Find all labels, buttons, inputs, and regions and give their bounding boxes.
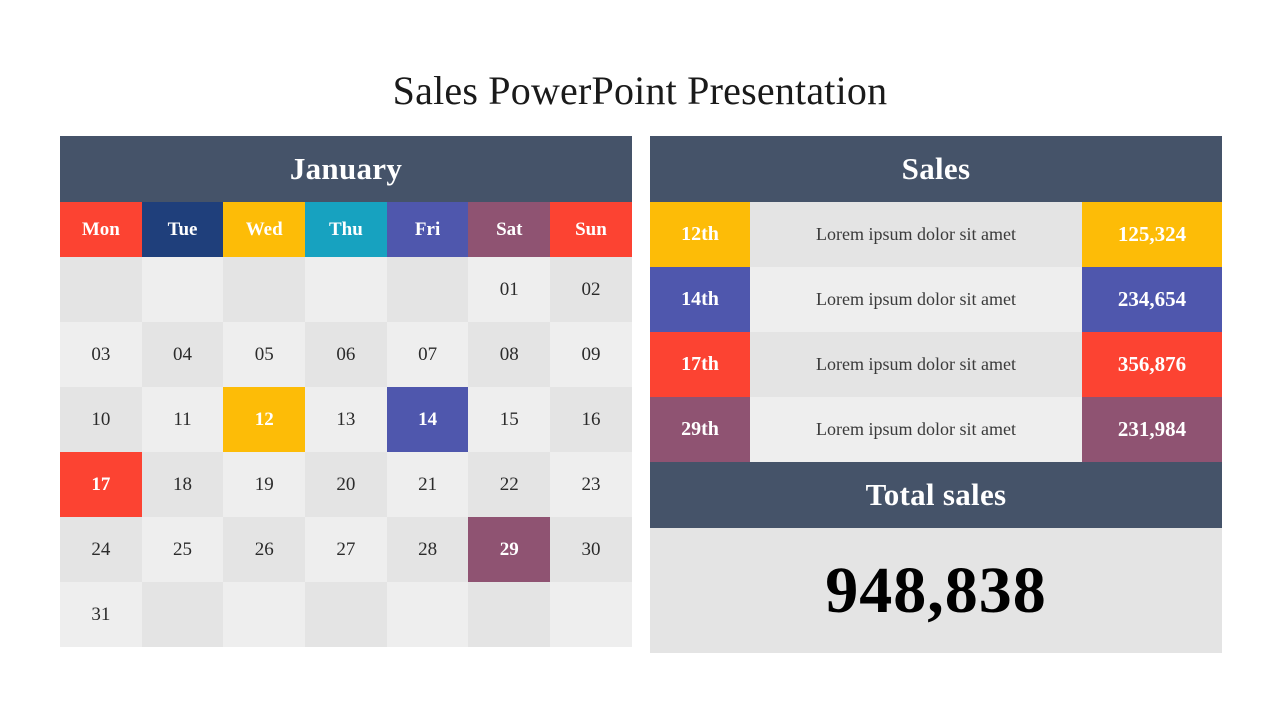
- calendar-day-18[interactable]: 18: [141, 452, 224, 517]
- sales-header: Sales: [650, 136, 1222, 202]
- sales-row-description: Lorem ipsum dolor sit amet: [750, 267, 1082, 332]
- table-row[interactable]: 14th Lorem ipsum dolor sit amet 234,654: [650, 267, 1222, 332]
- calendar-day-16[interactable]: 16: [550, 387, 632, 452]
- total-sales-header: Total sales: [650, 462, 1222, 528]
- calendar-day-20[interactable]: 20: [305, 452, 387, 517]
- calendar-dayname-sun: Sun: [550, 202, 632, 257]
- calendar-day-29[interactable]: 29: [468, 517, 551, 582]
- calendar-day-23[interactable]: 23: [550, 452, 632, 517]
- sales-row-date: 14th: [650, 267, 750, 332]
- sales-row-date: 12th: [650, 202, 750, 267]
- calendar-day-12[interactable]: 12: [223, 387, 306, 452]
- calendar-week-row: 03 04 05 06 07 08 09: [60, 322, 632, 387]
- calendar-day-empty: [386, 582, 469, 647]
- sales-row-description: Lorem ipsum dolor sit amet: [750, 397, 1082, 462]
- calendar-day-10[interactable]: 10: [60, 387, 142, 452]
- calendar-day-15[interactable]: 15: [468, 387, 551, 452]
- calendar-week-row: 01 02: [60, 257, 632, 322]
- calendar-day-27[interactable]: 27: [305, 517, 387, 582]
- calendar-day-11[interactable]: 11: [141, 387, 224, 452]
- total-sales-value-box: 948,838: [650, 528, 1222, 653]
- calendar-grid: 01 02 03 04 05 06 07 08 09 10 11 12 13 14 15 16 17 18 19 20…: [60, 257, 632, 647]
- calendar-day-empty: [305, 257, 387, 322]
- total-sales-value: 948,838: [825, 553, 1047, 627]
- calendar-week-row: 24 25 26 27 28 29 30: [60, 517, 632, 582]
- calendar-month-header: January: [60, 136, 632, 202]
- sales-row-description: Lorem ipsum dolor sit amet: [750, 202, 1082, 267]
- calendar-day-empty: [141, 582, 224, 647]
- calendar-dayname-tue: Tue: [141, 202, 224, 257]
- calendar-day-04[interactable]: 04: [141, 322, 224, 387]
- page-title: Sales PowerPoint Presentation: [392, 67, 888, 113]
- sales-row-description: Lorem ipsum dolor sit amet: [750, 332, 1082, 397]
- calendar-day-30[interactable]: 30: [550, 517, 632, 582]
- calendar-day-empty: [550, 582, 632, 647]
- calendar-day-13[interactable]: 13: [305, 387, 387, 452]
- calendar-day-02[interactable]: 02: [550, 257, 632, 322]
- calendar-day-09[interactable]: 09: [550, 322, 632, 387]
- calendar-dayname-thu: Thu: [305, 202, 387, 257]
- calendar-day-empty: [60, 257, 142, 322]
- calendar-day-19[interactable]: 19: [223, 452, 306, 517]
- calendar-day-07[interactable]: 07: [386, 322, 469, 387]
- calendar-day-05[interactable]: 05: [223, 322, 306, 387]
- calendar-day-21[interactable]: 21: [386, 452, 469, 517]
- calendar-day-17[interactable]: 17: [60, 452, 142, 517]
- calendar-day-empty: [223, 582, 306, 647]
- calendar-day-03[interactable]: 03: [60, 322, 142, 387]
- sales-row-amount: 234,654: [1082, 267, 1222, 332]
- calendar-dayname-sat: Sat: [468, 202, 551, 257]
- calendar-dayname-row: Mon Tue Wed Thu Fri Sat Sun: [60, 202, 632, 257]
- calendar-dayname-fri: Fri: [386, 202, 469, 257]
- calendar-panel: January Mon Tue Wed Thu Fri Sat Sun 01 02 03 04 05…: [60, 136, 632, 647]
- sales-table: 12th Lorem ipsum dolor sit amet 125,324 14t…: [650, 202, 1222, 462]
- calendar-day-25[interactable]: 25: [141, 517, 224, 582]
- calendar-day-24[interactable]: 24: [60, 517, 142, 582]
- calendar-day-06[interactable]: 06: [305, 322, 387, 387]
- calendar-week-row: 31: [60, 582, 632, 647]
- calendar-day-08[interactable]: 08: [468, 322, 551, 387]
- calendar-dayname-mon: Mon: [60, 202, 142, 257]
- calendar-week-row: 17 18 19 20 21 22 23: [60, 452, 632, 517]
- calendar-day-22[interactable]: 22: [468, 452, 551, 517]
- table-row[interactable]: 29th Lorem ipsum dolor sit amet 231,984: [650, 397, 1222, 462]
- calendar-day-01[interactable]: 01: [468, 257, 551, 322]
- calendar-day-26[interactable]: 26: [223, 517, 306, 582]
- sales-panel: Sales 12th Lorem ipsum dolor sit amet 125,…: [650, 136, 1222, 653]
- sales-row-amount: 125,324: [1082, 202, 1222, 267]
- calendar-week-row: 10 11 12 13 14 15 16: [60, 387, 632, 452]
- calendar-day-empty: [141, 257, 224, 322]
- calendar-day-empty: [223, 257, 306, 322]
- sales-row-date: 17th: [650, 332, 750, 397]
- calendar-dayname-cells: Mon Tue Wed Thu Fri Sat Sun: [60, 202, 632, 257]
- calendar-dayname-wed: Wed: [223, 202, 306, 257]
- calendar-day-28[interactable]: 28: [386, 517, 469, 582]
- calendar-day-empty: [305, 582, 387, 647]
- calendar-day-31[interactable]: 31: [60, 582, 142, 647]
- sales-row-date: 29th: [650, 397, 750, 462]
- table-row[interactable]: 12th Lorem ipsum dolor sit amet 125,324: [650, 202, 1222, 267]
- sales-row-amount: 231,984: [1082, 397, 1222, 462]
- calendar-day-empty: [386, 257, 469, 322]
- sales-row-amount: 356,876: [1082, 332, 1222, 397]
- table-row[interactable]: 17th Lorem ipsum dolor sit amet 356,876: [650, 332, 1222, 397]
- calendar-day-empty: [468, 582, 551, 647]
- calendar-day-14[interactable]: 14: [386, 387, 469, 452]
